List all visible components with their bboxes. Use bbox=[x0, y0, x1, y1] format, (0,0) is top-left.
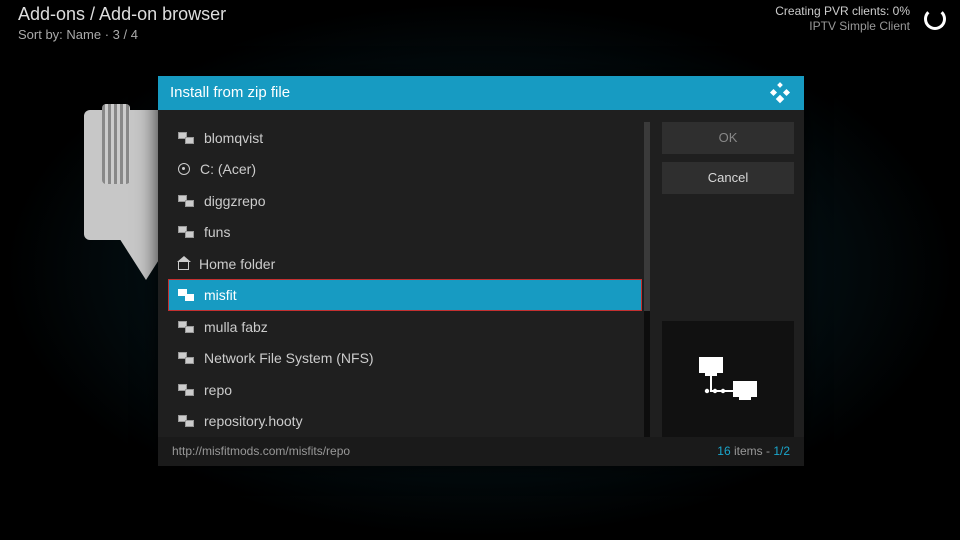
file-item-label: repository.hooty bbox=[204, 413, 303, 429]
kodi-logo-icon bbox=[768, 81, 792, 105]
disk-icon bbox=[178, 163, 190, 175]
sort-by: Sort by: Name · 3 / 4 bbox=[18, 27, 226, 42]
ok-button[interactable]: OK bbox=[662, 122, 794, 154]
file-item-repo[interactable]: repo bbox=[168, 374, 642, 406]
network-icon bbox=[178, 289, 194, 301]
file-item-misfit[interactable]: misfit bbox=[168, 279, 642, 311]
network-icon bbox=[178, 195, 194, 207]
file-item-label: funs bbox=[204, 224, 230, 240]
cancel-button[interactable]: Cancel bbox=[662, 162, 794, 194]
network-icon bbox=[178, 226, 194, 238]
file-item-label: repo bbox=[204, 382, 232, 398]
footer-path: http://misfitmods.com/misfits/repo bbox=[172, 444, 350, 458]
file-item-home-folder[interactable]: Home folder bbox=[168, 248, 642, 280]
file-item-label: C: (Acer) bbox=[200, 161, 256, 177]
network-icon bbox=[178, 132, 194, 144]
scrollbar[interactable] bbox=[644, 122, 650, 437]
network-icon bbox=[178, 321, 194, 333]
network-share-icon bbox=[693, 351, 763, 407]
file-item-repository-hooty[interactable]: repository.hooty bbox=[168, 405, 642, 437]
file-item-diggzrepo[interactable]: diggzrepo bbox=[168, 185, 642, 217]
network-icon bbox=[178, 384, 194, 396]
network-icon bbox=[178, 415, 194, 427]
file-item-label: diggzrepo bbox=[204, 193, 266, 209]
network-icon bbox=[178, 352, 194, 364]
file-item-label: Network File System (NFS) bbox=[204, 350, 374, 366]
file-item-network-file-system-nfs-[interactable]: Network File System (NFS) bbox=[168, 342, 642, 374]
scrollbar-thumb[interactable] bbox=[644, 122, 650, 311]
file-item-funs[interactable]: funs bbox=[168, 216, 642, 248]
footer-count: 16 items - 1/2 bbox=[717, 444, 790, 458]
home-icon bbox=[178, 261, 189, 270]
dialog-title: Install from zip file bbox=[170, 84, 290, 101]
loading-spinner-icon bbox=[924, 8, 946, 30]
install-from-zip-dialog: Install from zip file blomqvist C: (Acer)… bbox=[158, 76, 804, 466]
file-item-label: misfit bbox=[204, 287, 237, 303]
file-item-blomqvist[interactable]: blomqvist bbox=[168, 122, 642, 154]
dialog-header: Install from zip file bbox=[158, 76, 804, 110]
file-item-label: mulla fabz bbox=[204, 319, 268, 335]
file-item-label: Home folder bbox=[199, 256, 275, 272]
breadcrumb: Add-ons / Add-on browser bbox=[18, 4, 226, 25]
file-list[interactable]: blomqvist C: (Acer) diggzrepo funs Home fold… bbox=[168, 122, 642, 437]
status-client: IPTV Simple Client bbox=[809, 19, 910, 33]
preview-pane bbox=[662, 321, 794, 437]
file-item-label: blomqvist bbox=[204, 130, 263, 146]
file-item-mulla-fabz[interactable]: mulla fabz bbox=[168, 311, 642, 343]
file-item-c-acer-[interactable]: C: (Acer) bbox=[168, 153, 642, 185]
status-pvr: Creating PVR clients: 0% bbox=[775, 4, 910, 18]
